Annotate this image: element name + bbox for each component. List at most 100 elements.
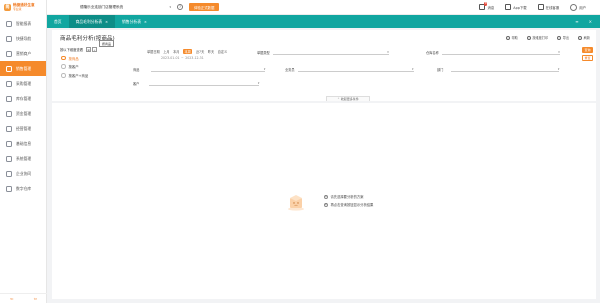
date-option[interactable]: 自定义 xyxy=(218,49,228,54)
dimension-label: 按商品 xyxy=(68,56,79,61)
dimension-option-customer[interactable]: 按客户 xyxy=(60,64,124,69)
sidebar-item-marketing[interactable]: 营销商户 xyxy=(0,46,46,61)
sidebar-item-basic-info[interactable]: 基础信息 xyxy=(0,136,46,151)
brand-edition: 专业版 xyxy=(13,7,22,11)
logout-icon[interactable]: ⇐ xyxy=(10,296,13,301)
menu-icon[interactable]: ≡ xyxy=(575,19,578,24)
tab-label: 销售分析表 xyxy=(122,18,141,24)
sidebar-item-label: 销售管理 xyxy=(16,65,32,71)
sidebar-item-label: 系统管理 xyxy=(16,155,32,161)
date-option[interactable]: 昨天 xyxy=(208,49,214,54)
chevron-up-icon: ⌃ xyxy=(337,97,340,101)
refresh-icon xyxy=(578,35,583,40)
user-menu[interactable]: 用户 xyxy=(570,3,586,11)
radio[interactable] xyxy=(61,73,66,78)
box-icon xyxy=(6,95,12,102)
radio[interactable] xyxy=(61,64,66,69)
goods-select[interactable]: ▾ xyxy=(151,67,266,72)
customer-field[interactable]: 客户 ▾ xyxy=(133,81,260,86)
support-button[interactable]: 在线客服 xyxy=(537,4,559,10)
sidebar-item-label: 营销商户 xyxy=(16,50,32,56)
app-download-button[interactable]: App下载 xyxy=(505,4,527,10)
field-label: 部门 xyxy=(437,68,444,72)
customer-select[interactable]: ▾ xyxy=(149,81,260,86)
tab-gross-profit[interactable]: 商品毛利分析表 × xyxy=(68,15,116,28)
sidebar-item-funds[interactable]: 资金管理 xyxy=(0,106,46,121)
filter-panel: 商品毛利分析(按商品) 帮助 按维度打印 导出 刷新 按以下维度查看 ⊕ « 按… xyxy=(52,30,596,101)
field-label: 仓库名称 xyxy=(426,51,439,55)
field-label: 单据类型 xyxy=(257,51,270,55)
sidebar-item-system[interactable]: 系统管理 xyxy=(0,151,46,166)
tab-label: 商品毛利分析表 xyxy=(75,18,103,24)
help-button[interactable]: 帮助 xyxy=(505,35,518,40)
sidebar-item-smart-reports[interactable]: 智能报表 xyxy=(0,16,46,31)
messages-button[interactable]: 8 消息 xyxy=(479,2,495,10)
cart-icon xyxy=(6,80,12,87)
print-button[interactable]: 按维度打印 xyxy=(526,35,548,40)
dimension-option-customer-goods[interactable]: 按客户+商品 xyxy=(60,73,124,78)
date-range[interactable]: 2023-01-01 ~ 2023-12-31 xyxy=(147,56,227,60)
sales-icon xyxy=(6,65,12,72)
date-option[interactable]: 本月 xyxy=(173,49,179,54)
help-icon[interactable]: ? xyxy=(177,4,183,10)
phone-icon xyxy=(505,4,512,10)
sidebar-item-sales[interactable]: 销售管理 xyxy=(0,61,46,76)
gear-icon xyxy=(6,155,12,162)
sidebar-nav: 智能报表 快捷导航 营销商户 销售管理 采购管理 库存管理 资金管理 经营管理 … xyxy=(0,16,46,196)
pin-icon[interactable]: ⊕ xyxy=(86,47,92,52)
tab-sales-analysis[interactable]: 销售分析表 × xyxy=(115,15,154,28)
sidebar-item-label: 快捷导航 xyxy=(16,35,32,41)
sidebar-item-purchase[interactable]: 采购管理 xyxy=(0,76,46,91)
sidebar-item-warehouse[interactable]: 数字仓库 xyxy=(0,181,46,196)
date-filter: 单据日期 上月 本月 本周 近7天 昨天 自定义 2023-01-01 ~ 20… xyxy=(147,49,227,60)
report-content: 1 请先选择要分析的方案 2 再点击查询按钮显示分析结果 xyxy=(52,103,596,299)
dimension-box: 按以下维度查看 ⊕ « 按商品 按商品 按客户 按客户+商品 xyxy=(60,40,124,78)
sidebar-item-quick-nav[interactable]: 快捷导航 xyxy=(0,31,46,46)
collapse-sidebar-icon[interactable]: ⇦ xyxy=(34,296,37,301)
empty-state-hints: 1 请先选择要分析的方案 2 再点击查询按钮显示分析结果 xyxy=(324,194,373,210)
date-option[interactable]: 上月 xyxy=(163,49,169,54)
warehouse-select[interactable]: ▾ xyxy=(441,50,560,55)
org-select[interactable]: 德隆乐业连锁门店管理系统 ▾ xyxy=(80,5,171,10)
sidebar-item-business[interactable]: 经营管理 xyxy=(0,121,46,136)
bell-icon: 8 xyxy=(479,2,488,10)
close-icon[interactable]: × xyxy=(144,20,147,24)
department-select[interactable]: ▾ xyxy=(451,67,560,72)
headset-icon xyxy=(537,4,544,10)
close-icon[interactable]: × xyxy=(105,20,108,24)
help-icon xyxy=(505,35,510,40)
department-field[interactable]: 部门 ▾ xyxy=(437,67,560,72)
collapse-icon[interactable]: « xyxy=(92,47,98,52)
reset-button[interactable]: 重置 xyxy=(582,55,593,61)
switch-data-button[interactable]: 体验正式数据 xyxy=(189,3,220,11)
radio-selected[interactable] xyxy=(61,55,66,61)
warehouse-field[interactable]: 仓库名称 ▾ xyxy=(426,50,560,55)
date-option[interactable]: 近7天 xyxy=(196,49,204,54)
doc-type-field[interactable]: 单据类型 ▾ xyxy=(257,50,389,55)
date-option-selected[interactable]: 本周 xyxy=(183,49,193,54)
close-all-icon[interactable]: × xyxy=(589,19,592,24)
page-actions: 帮助 按维度打印 导出 刷新 xyxy=(505,35,590,40)
org-name: 德隆乐业连锁门店管理系统 xyxy=(80,4,124,9)
grid-icon xyxy=(6,35,12,42)
salesperson-select[interactable]: ▾ xyxy=(297,67,414,72)
logo-icon: 简 xyxy=(4,3,11,11)
sidebar-item-label: 资金管理 xyxy=(16,110,32,116)
briefcase-icon xyxy=(6,125,12,132)
sidebar-item-collab[interactable]: 企业协同 xyxy=(0,166,46,181)
message-count-badge: 8 xyxy=(483,2,488,6)
dimension-option-goods[interactable]: 按商品 xyxy=(60,55,124,61)
doc-type-select[interactable]: ▾ xyxy=(272,50,389,55)
collapse-conditions-button[interactable]: ⌃ 收起更多条件 xyxy=(326,96,370,101)
logo: 简 畅捷通好生意 专业版 xyxy=(0,0,46,14)
sidebar-footer: ⇐ ⇦ xyxy=(0,293,47,303)
sidebar-item-inventory[interactable]: 库存管理 xyxy=(0,91,46,106)
query-button[interactable]: 查询 xyxy=(582,47,593,53)
sidebar: 简 畅捷通好生意 专业版 智能报表 快捷导航 营销商户 销售管理 采购管理 库存… xyxy=(0,0,47,303)
export-button[interactable]: 导出 xyxy=(557,35,569,40)
goods-field[interactable]: 商品 ▾ xyxy=(133,67,266,72)
tab-home[interactable]: 首页 xyxy=(47,15,69,28)
salesperson-field[interactable]: 业务员 ▾ xyxy=(285,67,414,72)
messages-label: 消息 xyxy=(487,5,495,10)
refresh-button[interactable]: 刷新 xyxy=(578,35,590,40)
